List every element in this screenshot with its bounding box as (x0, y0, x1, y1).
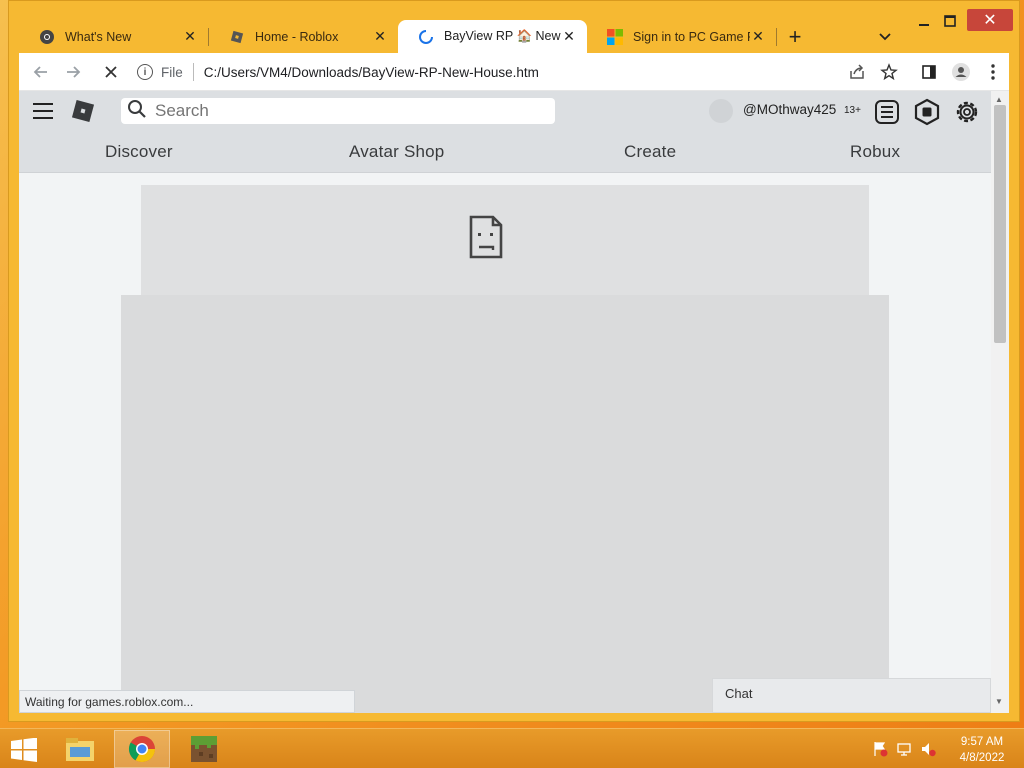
roblox-header: @MOthway425 13+ Discover Avatar Shop Cre… (19, 91, 991, 173)
page-content (19, 173, 991, 713)
notifications-list-icon[interactable] (873, 98, 901, 126)
scheme-label: File (161, 64, 183, 80)
system-tray (872, 741, 936, 759)
taskbar-clock[interactable]: 9:57 AM 4/8/2022 (952, 734, 1012, 766)
tab-close-icon[interactable]: ✕ (372, 28, 388, 45)
file-explorer-icon[interactable] (52, 730, 108, 768)
avatar[interactable] (709, 99, 733, 123)
chevron-down-icon[interactable] (875, 27, 895, 47)
tab-pc-game-pass[interactable]: Sign in to PC Game Pas ✕ (587, 20, 776, 53)
search-input[interactable] (155, 101, 535, 121)
loading-spinner-icon (418, 29, 434, 45)
share-icon[interactable] (847, 62, 867, 82)
side-panel-icon[interactable] (919, 62, 939, 82)
roblox-nav: Discover Avatar Shop Create Robux (19, 139, 991, 167)
tab-bayview[interactable]: BayView RP 🏠 New Ho ✕ (398, 20, 587, 53)
roblox-logo-icon[interactable] (71, 99, 95, 123)
stop-loading-icon[interactable] (101, 62, 121, 82)
tab-whats-new[interactable]: What's New ✕ (19, 20, 208, 53)
username[interactable]: @MOthway425 (743, 102, 836, 117)
clock-time: 9:57 AM (960, 736, 1004, 748)
windows-start-icon[interactable] (10, 737, 38, 762)
browser-window: What's New ✕ Home - Roblox ✕ BayView RP … (8, 0, 1020, 722)
address-bar[interactable]: i File C:/Users/VM4/Downloads/BayView-RP… (137, 58, 899, 86)
divider (192, 63, 194, 81)
tab-label: Sign in to PC Game Pas (633, 29, 750, 44)
settings-gear-icon[interactable] (953, 98, 981, 126)
scroll-up-icon[interactable]: ▲ (995, 95, 1003, 104)
new-tab-button[interactable]: + (777, 20, 813, 53)
title-bar: What's New ✕ Home - Roblox ✕ BayView RP … (9, 1, 1019, 53)
menu-icon[interactable] (33, 103, 53, 119)
tab-home-roblox[interactable]: Home - Roblox ✕ (209, 20, 398, 53)
clock-date: 4/8/2022 (959, 752, 1005, 764)
volume-muted-icon[interactable] (920, 741, 936, 757)
chrome-taskbar-icon[interactable] (114, 730, 170, 768)
taskbar: 9:57 AM 4/8/2022 (0, 728, 1024, 768)
scrollbar[interactable]: ▲ ▼ (991, 91, 1009, 713)
search-box[interactable] (121, 98, 555, 124)
minecraft-icon[interactable] (176, 730, 232, 768)
age-badge: 13+ (844, 105, 861, 116)
nav-robux[interactable]: Robux (850, 142, 900, 162)
scrollbar-thumb[interactable] (994, 105, 1006, 343)
browser-toolbar: i File C:/Users/VM4/Downloads/BayView-RP… (19, 53, 1009, 91)
nav-avatar-shop[interactable]: Avatar Shop (349, 142, 444, 162)
tab-close-icon[interactable]: ✕ (561, 28, 577, 45)
image-placeholder (141, 185, 869, 297)
network-icon[interactable] (896, 741, 912, 757)
tab-close-icon[interactable]: ✕ (182, 28, 198, 45)
profile-icon[interactable] (951, 62, 971, 82)
tab-label: BayView RP 🏠 New Ho (444, 29, 561, 43)
microsoft-icon (607, 28, 623, 45)
back-arrow-icon[interactable] (31, 62, 51, 82)
tab-strip: What's New ✕ Home - Roblox ✕ BayView RP … (19, 20, 813, 53)
forward-arrow-icon[interactable] (63, 62, 83, 82)
robux-icon[interactable] (913, 98, 941, 126)
action-center-flag-icon[interactable] (872, 741, 888, 757)
info-icon[interactable]: i (137, 64, 153, 80)
search-icon (127, 99, 147, 124)
nav-discover[interactable]: Discover (105, 142, 173, 162)
maximize-button[interactable] (933, 9, 967, 33)
game-frame-placeholder (121, 295, 889, 713)
tab-label: What's New (65, 29, 132, 44)
more-options-icon[interactable] (983, 62, 1003, 82)
chrome-icon (39, 29, 55, 45)
url-text[interactable]: C:/Users/VM4/Downloads/BayView-RP-New-Ho… (204, 65, 539, 80)
tab-label: Home - Roblox (255, 29, 339, 44)
scroll-down-icon[interactable]: ▼ (995, 697, 1003, 706)
broken-image-icon (469, 215, 503, 259)
chat-panel[interactable]: Chat (712, 678, 991, 713)
window-close-button[interactable]: ✕ (967, 9, 1013, 31)
tab-close-icon[interactable]: ✕ (750, 28, 766, 45)
nav-create[interactable]: Create (624, 142, 676, 162)
page-viewport: @MOthway425 13+ Discover Avatar Shop Cre… (19, 91, 991, 713)
roblox-icon (229, 29, 245, 45)
bookmark-star-icon[interactable] (879, 62, 899, 82)
status-bar: Waiting for games.roblox.com... (19, 690, 355, 713)
